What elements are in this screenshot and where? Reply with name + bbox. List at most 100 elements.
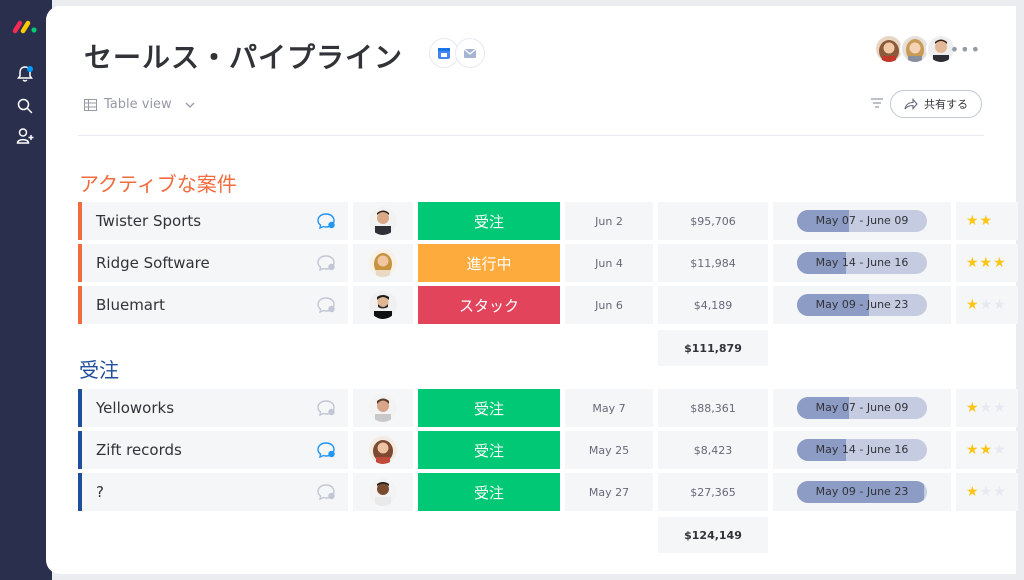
owner-avatar (369, 478, 397, 506)
item-name: Twister Sports (96, 212, 202, 230)
filter-icon[interactable] (870, 96, 884, 110)
group-title[interactable]: 受注 (79, 354, 119, 383)
person-cell[interactable] (353, 389, 413, 427)
email-integration-badge[interactable] (455, 38, 485, 68)
rating-cell[interactable]: ★★★ (956, 244, 1018, 282)
star-rating: ★★ (966, 213, 994, 229)
group-color-bar (78, 473, 82, 511)
deal-value-cell[interactable]: $4,189 (658, 286, 768, 324)
timeline-label: May 14 - June 16 (815, 443, 909, 456)
date-cell[interactable]: May 25 (565, 431, 653, 469)
item-name: Zift records (96, 441, 182, 459)
board-title[interactable]: セールス・パイプライン (84, 36, 403, 76)
person-cell[interactable] (353, 244, 413, 282)
header-divider (78, 135, 984, 136)
chevron-down-icon (185, 102, 195, 108)
status-label[interactable]: 受注 (418, 389, 560, 427)
status-label[interactable]: スタック (418, 286, 560, 324)
updates-chat-icon[interactable] (316, 483, 336, 501)
updates-chat-icon[interactable] (316, 254, 336, 272)
date-cell[interactable]: May 27 (565, 473, 653, 511)
updates-chat-icon[interactable] (316, 212, 336, 230)
deal-value-cell[interactable]: $95,706 (658, 202, 768, 240)
item-name-cell[interactable]: Bluemart (78, 286, 348, 324)
owner-avatar (369, 436, 397, 464)
person-cell[interactable] (353, 431, 413, 469)
share-label: 共有する (924, 98, 968, 111)
timeline-bar: May 07 - June 09 (797, 397, 927, 419)
updates-chat-icon[interactable] (316, 296, 336, 314)
deal-value-cell[interactable]: $11,984 (658, 244, 768, 282)
group-title[interactable]: アクティブな案件 (79, 168, 237, 197)
owner-avatar (369, 394, 397, 422)
timeline-cell[interactable]: May 07 - June 09 (773, 202, 951, 240)
timeline-label: May 07 - June 09 (815, 401, 909, 414)
rating-cell[interactable]: ★★★ (956, 286, 1018, 324)
calendar-icon (438, 48, 450, 59)
search-icon[interactable] (15, 96, 35, 116)
star-empty: ★ (993, 442, 1007, 458)
rating-cell[interactable]: ★★★ (956, 431, 1018, 469)
timeline-cell[interactable]: May 14 - June 16 (773, 431, 951, 469)
rating-cell[interactable]: ★★★ (956, 473, 1018, 511)
timeline-bar: May 14 - June 16 (797, 252, 927, 274)
timeline-bar: May 09 - June 23 (797, 481, 927, 503)
status-label[interactable]: 受注 (418, 473, 560, 511)
deal-value-cell[interactable]: $8,423 (658, 431, 768, 469)
updates-chat-icon[interactable] (316, 441, 336, 459)
table-view-icon (84, 98, 97, 111)
date-cell[interactable]: Jun 4 (565, 244, 653, 282)
timeline-label: May 09 - June 23 (815, 298, 909, 311)
item-name-cell[interactable]: ? (78, 473, 348, 511)
timeline-cell[interactable]: May 07 - June 09 (773, 389, 951, 427)
timeline-label: May 14 - June 16 (815, 256, 909, 269)
deal-value-cell[interactable]: $27,365 (658, 473, 768, 511)
star-rating: ★★★ (966, 255, 1007, 271)
group-color-bar (78, 202, 82, 240)
status-label[interactable]: 受注 (418, 431, 560, 469)
timeline-label: May 09 - June 23 (815, 485, 909, 498)
item-name-cell[interactable]: Twister Sports (78, 202, 348, 240)
more-options-icon[interactable]: ••• (950, 40, 981, 59)
rating-cell[interactable]: ★★★ (956, 389, 1018, 427)
date-cell[interactable]: May 7 (565, 389, 653, 427)
item-name-cell[interactable]: Zift records (78, 431, 348, 469)
timeline-cell[interactable]: May 09 - June 23 (773, 286, 951, 324)
timeline-cell[interactable]: May 14 - June 16 (773, 244, 951, 282)
email-icon (463, 48, 477, 58)
item-name-cell[interactable]: Ridge Software (78, 244, 348, 282)
star-empty: ★★ (979, 297, 1007, 313)
item-name: Ridge Software (96, 254, 210, 272)
status-label[interactable]: 進行中 (418, 244, 560, 282)
timeline-bar: May 14 - June 16 (797, 439, 927, 461)
person-cell[interactable] (353, 202, 413, 240)
board-panel: セールス・パイプライン ••• Table view 共有する アクティブな案件… (46, 6, 1018, 574)
monday-logo-icon[interactable] (12, 20, 40, 34)
star-rating: ★★ (966, 442, 994, 458)
updates-chat-icon[interactable] (316, 399, 336, 417)
item-name: ? (96, 483, 104, 501)
person-cell[interactable] (353, 473, 413, 511)
view-selector[interactable]: Table view (84, 97, 195, 112)
person-cell[interactable] (353, 286, 413, 324)
share-button[interactable]: 共有する (890, 90, 982, 118)
item-name-cell[interactable]: Yelloworks (78, 389, 348, 427)
notification-bell-icon[interactable] (15, 64, 35, 84)
left-sidebar (0, 0, 52, 580)
timeline-bar: May 09 - June 23 (797, 294, 927, 316)
timeline-cell[interactable]: May 09 - June 23 (773, 473, 951, 511)
board-members[interactable] (874, 34, 956, 64)
group-sum: $111,879 (658, 330, 768, 366)
star-rating: ★ (966, 400, 980, 416)
owner-avatar (369, 291, 397, 319)
date-cell[interactable]: Jun 2 (565, 202, 653, 240)
star-rating: ★ (966, 484, 980, 500)
star-rating: ★ (966, 297, 980, 313)
date-cell[interactable]: Jun 6 (565, 286, 653, 324)
status-label[interactable]: 受注 (418, 202, 560, 240)
rating-cell[interactable]: ★★ (956, 202, 1018, 240)
invite-user-icon[interactable] (15, 126, 35, 146)
timeline-bar: May 07 - June 09 (797, 210, 927, 232)
deal-value-cell[interactable]: $88,361 (658, 389, 768, 427)
owner-avatar (369, 207, 397, 235)
